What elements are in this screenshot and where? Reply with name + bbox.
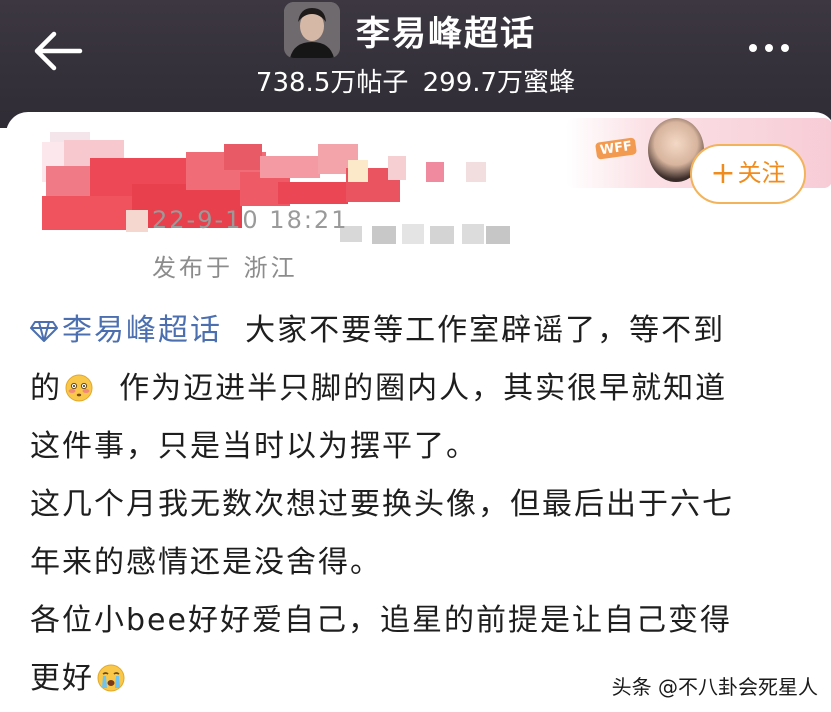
post-card: 22-9-10 18:21 发布于 浙江 WFF +关注 李易峰超话 大家不要等… — [6, 112, 831, 712]
post-text-line-6: 各位小bee好好爱自己，追星的前提是让自己变得 — [30, 603, 732, 638]
post-text-line-1: 大家不要等工作室辟谣了，等不到 — [245, 313, 726, 348]
page-title: 李易峰超话 — [356, 14, 536, 54]
post-text-line-4: 这几个月我无数次想过要换头像，但最后出于六七 — [30, 487, 734, 522]
post-body: 李易峰超话 大家不要等工作室辟谣了，等不到 的 作为迈进半只脚的圈内人，其实很早… — [30, 302, 800, 708]
person-avatar-image — [284, 2, 340, 58]
posts-count: 738.5万帖子 — [255, 68, 409, 98]
diamond-icon — [30, 321, 58, 342]
follow-button[interactable]: +关注 — [690, 144, 806, 204]
top-bar: 李易峰超话 738.5万帖子 299.7万蜜蜂 — [0, 0, 831, 128]
post-line: 李易峰超话 大家不要等工作室辟谣了，等不到 — [30, 302, 800, 360]
post-text-line-2: 作为迈进半只脚的圈内人，其实很早就知道 — [119, 371, 728, 406]
topic-tag-link[interactable]: 李易峰超话 — [30, 313, 222, 348]
plus-icon: + — [710, 156, 736, 191]
post-line: 年来的感情还是没舍得。 — [30, 534, 800, 592]
badge-label: WFF — [595, 137, 638, 160]
more-dots-icon — [745, 44, 793, 64]
post-line: 各位小bee好好爱自己，追星的前提是让自己变得 — [30, 592, 800, 650]
post-text-line-5: 年来的感情还是没舍得。 — [30, 545, 382, 580]
supertopic-avatar[interactable] — [284, 2, 340, 58]
post-line: 这件事，只是当时以为摆平了。 — [30, 418, 800, 476]
bees-count: 299.7万蜜蜂 — [422, 68, 576, 98]
follow-label: 关注 — [737, 159, 786, 187]
supertopic-stats: 738.5万帖子 299.7万蜜蜂 — [0, 62, 831, 99]
topic-tag-label: 李易峰超话 — [62, 313, 222, 348]
post-timestamp: 22-9-10 18:21 — [152, 206, 349, 234]
flushed-emoji-icon — [65, 374, 93, 402]
watermark: 头条 @不八卦会死星人 — [611, 675, 818, 699]
more-button[interactable] — [745, 36, 801, 60]
crying-emoji-icon — [97, 664, 125, 692]
post-location: 发布于 浙江 — [152, 254, 298, 282]
post-text-line-1-suffix: 的 — [30, 371, 62, 406]
post-line: 的 作为迈进半只脚的圈内人，其实很早就知道 — [30, 360, 800, 418]
post-text-line-3: 这件事，只是当时以为摆平了。 — [30, 429, 478, 464]
post-line: 这几个月我无数次想过要换头像，但最后出于六七 — [30, 476, 800, 534]
post-text-line-7: 更好 — [30, 661, 94, 696]
